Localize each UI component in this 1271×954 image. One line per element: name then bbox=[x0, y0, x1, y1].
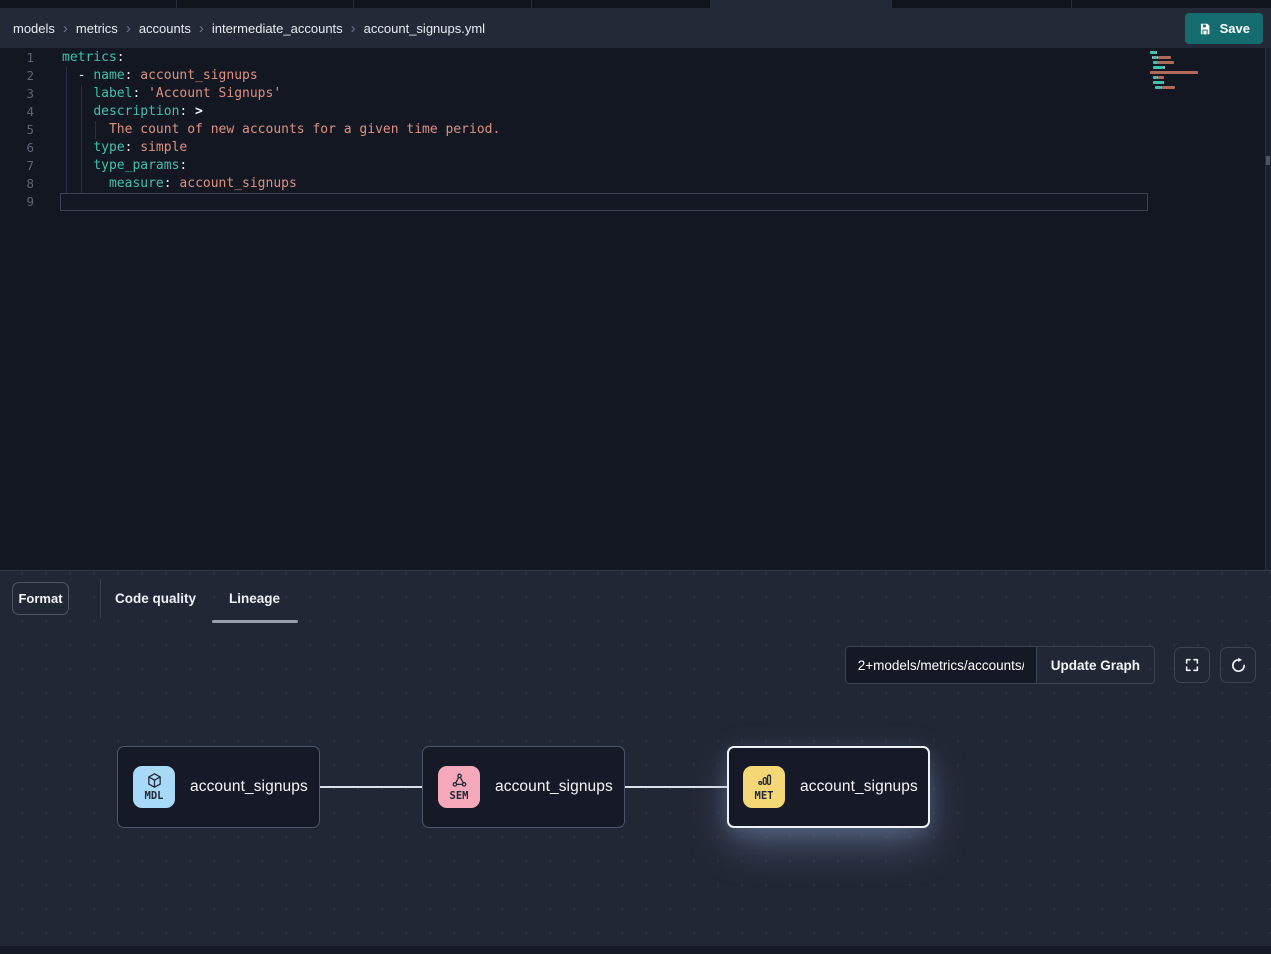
code-lines: 1metrics:2 - name: account_signups3 labe… bbox=[0, 48, 1271, 211]
lineage-edge bbox=[625, 786, 727, 788]
save-button-label: Save bbox=[1220, 21, 1250, 36]
code-text bbox=[40, 193, 62, 211]
tab-lineage[interactable]: Lineage bbox=[229, 571, 280, 626]
code-line[interactable]: 9 bbox=[0, 193, 1271, 211]
line-number: 2 bbox=[0, 67, 40, 85]
breadcrumb-chevron-icon: › bbox=[199, 21, 204, 36]
breadcrumb-bar: models › metrics › accounts › intermediate_acc… bbox=[0, 8, 1271, 48]
breadcrumb-item[interactable]: models bbox=[13, 21, 55, 36]
file-tab[interactable] bbox=[0, 0, 177, 8]
tab-code-quality[interactable]: Code quality bbox=[115, 571, 196, 626]
breadcrumb-item[interactable]: metrics bbox=[76, 21, 118, 36]
breadcrumb: models › metrics › accounts › intermediate_acc… bbox=[13, 21, 485, 36]
panel-tabs: Code quality Lineage bbox=[115, 571, 280, 626]
code-line[interactable]: 6 type: simple bbox=[0, 139, 1271, 157]
line-number: 1 bbox=[0, 49, 40, 67]
editor-scrollbar-thumb[interactable] bbox=[1266, 156, 1270, 165]
line-number: 8 bbox=[0, 175, 40, 193]
breadcrumb-item[interactable]: accounts bbox=[139, 21, 191, 36]
fullscreen-button[interactable] bbox=[1174, 647, 1210, 683]
code-line[interactable]: 4 description: > bbox=[0, 103, 1271, 121]
line-number: 6 bbox=[0, 139, 40, 157]
code-text: - name: account_signups bbox=[40, 67, 258, 85]
refresh-button[interactable] bbox=[1220, 647, 1256, 683]
semantic-node-icon-box: SEM bbox=[438, 766, 480, 808]
node-label: account_signups bbox=[800, 778, 918, 796]
file-tab[interactable] bbox=[354, 0, 532, 8]
panel-header-divider bbox=[100, 579, 101, 618]
lineage-controls: Update Graph bbox=[845, 646, 1256, 684]
lineage-node-metric[interactable]: MET account_signups bbox=[727, 746, 930, 828]
lineage-edge bbox=[320, 786, 422, 788]
breadcrumb-chevron-icon: › bbox=[63, 21, 68, 36]
code-line[interactable]: 5 The count of new accounts for a given … bbox=[0, 121, 1271, 139]
model-cube-icon bbox=[146, 772, 163, 789]
line-number: 4 bbox=[0, 103, 40, 121]
code-line[interactable]: 7 type_params: bbox=[0, 157, 1271, 175]
file-tab[interactable] bbox=[1072, 0, 1271, 8]
file-tab-active[interactable] bbox=[711, 0, 892, 8]
fullscreen-icon bbox=[1184, 657, 1200, 673]
semantic-model-icon bbox=[451, 772, 468, 789]
lineage-node-model[interactable]: MDL account_signups bbox=[117, 746, 320, 828]
code-text: type_params: bbox=[40, 157, 187, 175]
update-graph-button[interactable]: Update Graph bbox=[1036, 646, 1155, 684]
code-text: type: simple bbox=[40, 139, 187, 157]
node-label: account_signups bbox=[495, 778, 613, 796]
line-number: 7 bbox=[0, 157, 40, 175]
code-line[interactable]: 8 measure: account_signups bbox=[0, 175, 1271, 193]
lineage-node-semantic-model[interactable]: SEM account_signups bbox=[422, 746, 625, 828]
indent-guide bbox=[81, 85, 82, 193]
model-node-icon-box: MDL bbox=[133, 766, 175, 808]
code-line[interactable]: 1metrics: bbox=[0, 49, 1271, 67]
breadcrumb-chevron-icon: › bbox=[351, 21, 356, 36]
file-tab[interactable] bbox=[177, 0, 354, 8]
code-text: metrics: bbox=[40, 49, 125, 67]
breadcrumb-chevron-icon: › bbox=[126, 21, 131, 36]
breadcrumb-item[interactable]: intermediate_accounts bbox=[212, 21, 343, 36]
bottom-panel: Format Code quality Lineage Update Graph bbox=[0, 570, 1271, 946]
metric-chart-icon bbox=[756, 772, 773, 789]
format-button[interactable]: Format bbox=[12, 582, 69, 615]
refresh-icon bbox=[1230, 657, 1247, 674]
minimap[interactable] bbox=[1150, 51, 1212, 96]
code-editor[interactable]: 1metrics:2 - name: account_signups3 labe… bbox=[0, 48, 1271, 570]
code-text: measure: account_signups bbox=[40, 175, 297, 193]
current-line-highlight bbox=[60, 193, 1148, 211]
metric-node-icon-box: MET bbox=[743, 766, 785, 808]
lineage-filter-input[interactable] bbox=[845, 646, 1036, 684]
code-text: The count of new accounts for a given ti… bbox=[40, 121, 500, 139]
file-tab[interactable] bbox=[892, 0, 1072, 8]
file-tab[interactable] bbox=[532, 0, 711, 8]
node-label: account_signups bbox=[190, 778, 308, 796]
code-line[interactable]: 2 - name: account_signups bbox=[0, 67, 1271, 85]
node-badge: SEM bbox=[450, 791, 469, 802]
code-line[interactable]: 3 label: 'Account Signups' bbox=[0, 85, 1271, 103]
code-text: description: > bbox=[40, 103, 203, 121]
breadcrumb-item[interactable]: account_signups.yml bbox=[364, 21, 485, 36]
editor-tab-strip bbox=[0, 0, 1271, 8]
save-disk-icon bbox=[1198, 22, 1212, 36]
node-badge: MET bbox=[755, 791, 774, 802]
node-badge: MDL bbox=[145, 791, 164, 802]
code-text: label: 'Account Signups' bbox=[40, 85, 281, 103]
line-number: 9 bbox=[0, 193, 40, 211]
line-number: 5 bbox=[0, 121, 40, 139]
lineage-filter-group: Update Graph bbox=[845, 646, 1155, 684]
editor-scrollbar[interactable] bbox=[1265, 48, 1271, 570]
line-number: 3 bbox=[0, 85, 40, 103]
save-button[interactable]: Save bbox=[1185, 13, 1263, 44]
bottom-strip bbox=[0, 946, 1271, 954]
indent-guide bbox=[66, 67, 67, 193]
indent-guide bbox=[95, 121, 96, 139]
